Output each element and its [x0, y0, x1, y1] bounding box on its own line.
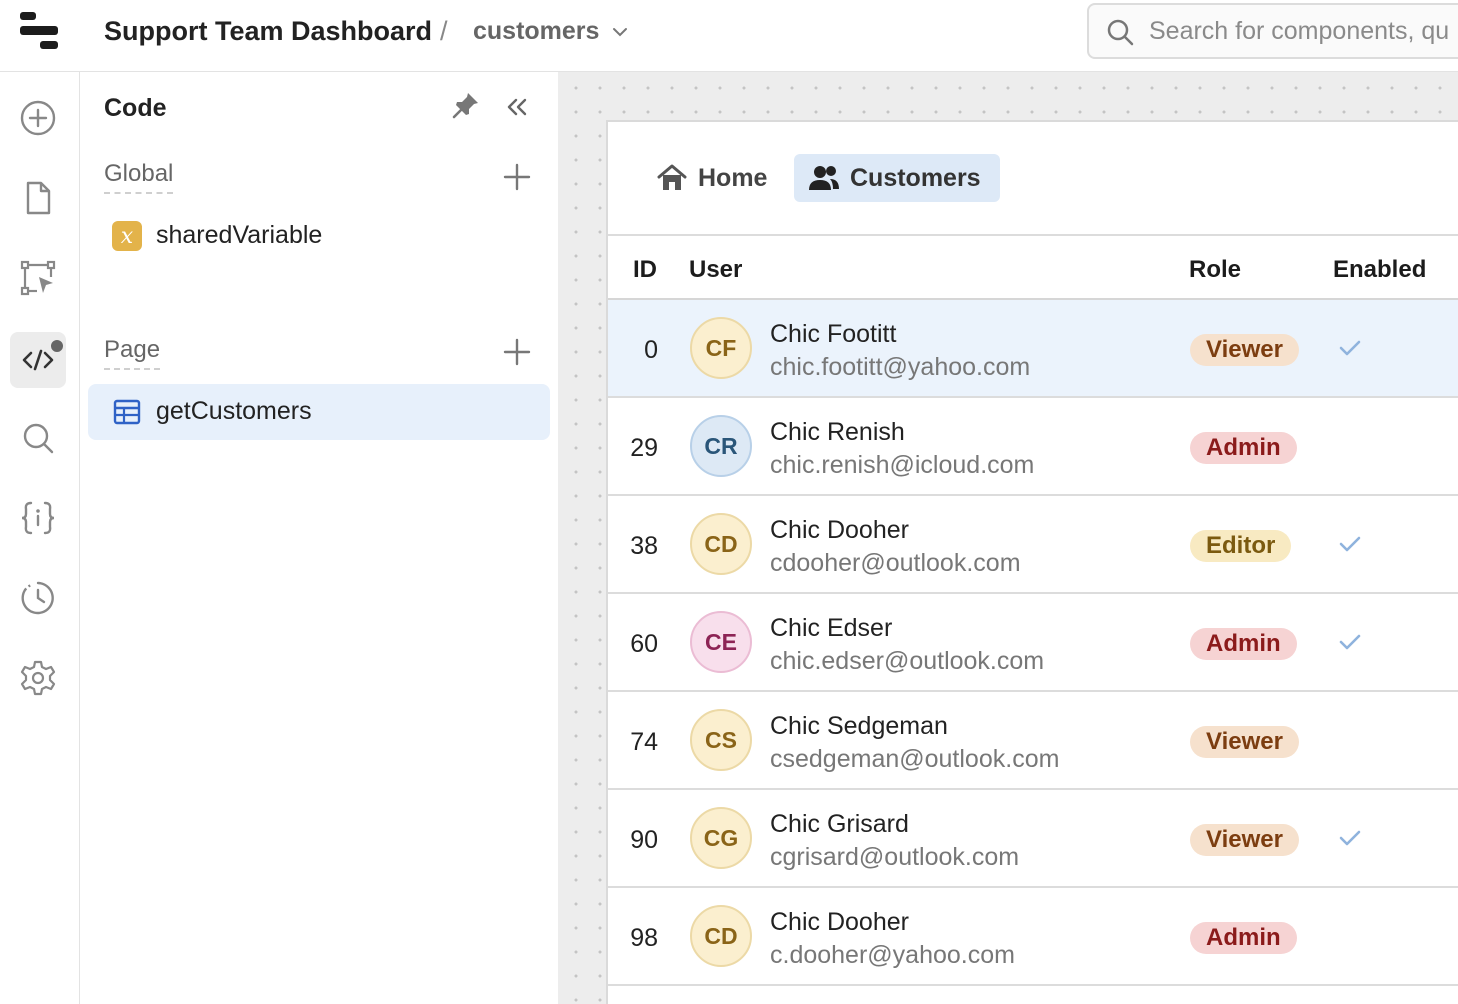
table-header: ID User Role Enabled — [608, 236, 1458, 300]
cell-id: 29 — [630, 434, 658, 462]
user-name: Chic Renish — [770, 418, 905, 446]
flow-button[interactable] — [10, 250, 66, 306]
cell-id: 0 — [644, 336, 658, 364]
history-button[interactable] — [10, 570, 66, 626]
add-global-plus-icon[interactable] — [500, 160, 534, 194]
user-email: csedgeman@outlook.com — [770, 745, 1060, 773]
page-selector[interactable]: customers — [473, 17, 599, 46]
pages-button[interactable] — [10, 170, 66, 226]
user-email: chic.renish@icloud.com — [770, 451, 1035, 479]
global-section-label: Global — [104, 160, 174, 194]
history-icon — [21, 581, 54, 615]
app-navigation: Home Customers — [608, 122, 1458, 236]
user-name: Chic Grisard — [770, 810, 909, 838]
table-row[interactable]: 74 CS Chic Sedgeman csedgeman@outlook.com Vi… — [608, 692, 1458, 790]
table-query-icon — [113, 399, 141, 425]
avatar: CR — [690, 415, 752, 477]
check-icon — [1339, 340, 1361, 356]
cell-id: 90 — [630, 826, 658, 854]
role-badge: Viewer — [1190, 334, 1299, 366]
cell-id: 60 — [630, 630, 658, 658]
chevron-down-icon[interactable] — [610, 22, 630, 42]
panel-title: Code — [104, 94, 167, 122]
user-name: Chic Edser — [770, 614, 893, 642]
user-email: cgrisard@outlook.com — [770, 843, 1020, 871]
nav-customers[interactable]: Customers — [794, 154, 1000, 202]
page-item-getcustomers[interactable]: getCustomers — [88, 384, 550, 440]
nav-home[interactable]: Home — [642, 154, 783, 202]
settings-icon — [20, 660, 56, 696]
search-box[interactable] — [1087, 3, 1458, 59]
global-item-sharedvariable[interactable]: x sharedVariable — [88, 208, 550, 264]
avatar: CG — [690, 807, 752, 869]
avatar: CD — [690, 513, 752, 575]
user-email: chic.edser@outlook.com — [770, 647, 1045, 675]
avatar: CS — [690, 709, 752, 771]
role-badge: Editor — [1190, 530, 1292, 562]
search-input[interactable] — [1149, 13, 1458, 49]
page-section-label: Page — [104, 336, 161, 370]
users-icon — [809, 166, 839, 190]
variables-icon — [21, 501, 55, 535]
search-panel-button[interactable] — [10, 410, 66, 466]
top-bar: Support Team Dashboard / customers — [0, 0, 1458, 72]
home-icon — [657, 164, 687, 190]
flow-icon — [20, 260, 56, 296]
table-row[interactable]: 0 CF Chic Footitt chic.footitt@yahoo.com Vie… — [608, 300, 1458, 398]
collapse-panel-icon[interactable] — [504, 94, 530, 120]
table-row[interactable]: 38 CD Chic Dooher cdooher@outlook.com Editor — [608, 496, 1458, 594]
app-logo-icon[interactable] — [20, 12, 60, 50]
app-preview: Home Customers ID User Role Enabled 0 CF C… — [606, 120, 1458, 1004]
nav-home-label: Home — [698, 163, 768, 192]
column-header-role[interactable]: Role — [1189, 256, 1241, 284]
user-name: Chic Dooher — [770, 516, 909, 544]
search-icon — [1107, 19, 1134, 46]
page-item-label: getCustomers — [156, 397, 312, 425]
column-header-id[interactable]: ID — [633, 256, 657, 284]
user-email: cdooher@outlook.com — [770, 549, 1021, 577]
column-header-enabled[interactable]: Enabled — [1333, 256, 1426, 284]
cell-id: 74 — [630, 728, 658, 756]
table-row[interactable]: 98 CD Chic Dooher c.dooher@yahoo.com Admin — [608, 888, 1458, 986]
avatar: CF — [690, 317, 752, 379]
table-row[interactable]: 29 CR Chic Renish chic.renish@icloud.com Adm… — [608, 398, 1458, 496]
add-component-button[interactable] — [10, 90, 66, 146]
global-item-label: sharedVariable — [156, 221, 323, 249]
breadcrumb-separator: / — [440, 16, 448, 46]
table-row[interactable]: 60 CE Chic Edser chic.edser@outlook.com Admi… — [608, 594, 1458, 692]
app-title[interactable]: Support Team Dashboard — [104, 16, 432, 47]
page-icon — [26, 181, 51, 215]
cell-id: 98 — [630, 924, 658, 952]
cell-id: 38 — [630, 532, 658, 560]
role-badge: Admin — [1190, 628, 1297, 660]
check-icon — [1339, 536, 1361, 552]
column-header-user[interactable]: User — [689, 256, 742, 284]
code-panel: Code Global x sharedVariable Page getCus… — [80, 72, 558, 1004]
state-button[interactable] — [10, 490, 66, 546]
nav-customers-label: Customers — [850, 163, 981, 192]
user-name: Chic Footitt — [770, 320, 897, 348]
role-badge: Viewer — [1190, 824, 1299, 856]
settings-button[interactable] — [10, 650, 66, 706]
add-icon — [20, 100, 56, 136]
left-rail — [0, 72, 80, 1004]
variable-icon: x — [112, 221, 142, 251]
user-email: chic.footitt@yahoo.com — [770, 353, 1031, 381]
user-email: c.dooher@yahoo.com — [770, 941, 1015, 969]
check-icon — [1339, 830, 1361, 846]
role-badge: Admin — [1190, 432, 1297, 464]
role-badge: Viewer — [1190, 726, 1299, 758]
table-row[interactable]: 90 CG Chic Grisard cgrisard@outlook.com View… — [608, 790, 1458, 888]
search-icon — [23, 423, 54, 454]
user-name: Chic Sedgeman — [770, 712, 948, 740]
role-badge: Admin — [1190, 922, 1297, 954]
notification-dot — [49, 338, 65, 354]
check-icon — [1339, 634, 1361, 650]
avatar: CD — [690, 905, 752, 967]
add-page-plus-icon[interactable] — [500, 335, 534, 369]
user-name: Chic Dooher — [770, 908, 909, 936]
code-button[interactable] — [10, 332, 66, 388]
avatar: CE — [690, 611, 752, 673]
pin-icon[interactable] — [451, 90, 481, 120]
